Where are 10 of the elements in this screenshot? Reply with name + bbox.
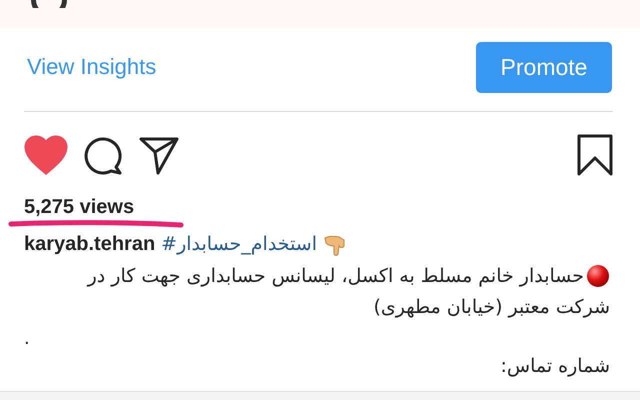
caption-text: شماره تماس: xyxy=(500,355,610,377)
username[interactable]: karyab.tehran xyxy=(24,232,156,256)
heart-icon[interactable] xyxy=(24,135,68,175)
view-count: 5,275 views xyxy=(23,195,136,220)
hashtag-link[interactable]: #استخدام_حسابدار xyxy=(161,233,318,255)
caption-text: حسابدار خانم مسلط به اکسل، لیسانس حسابداری جهت کار در xyxy=(88,264,584,286)
bookmark-icon[interactable] xyxy=(576,133,614,177)
caption-text: شرکت معتبر (خیابان مطهری) xyxy=(373,296,610,318)
ball-icon xyxy=(586,264,610,288)
caption-text: . xyxy=(24,328,30,349)
